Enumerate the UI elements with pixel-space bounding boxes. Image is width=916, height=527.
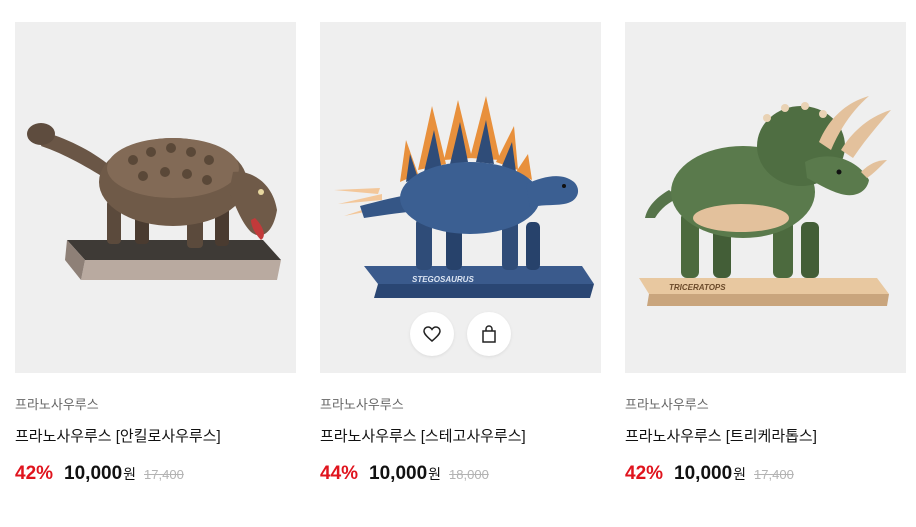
product-brand: 프라노사우루스 (320, 397, 404, 412)
price-row: 44% 10,000 원 18,000 (320, 463, 601, 485)
discount-rate: 44% (320, 463, 359, 484)
hover-actions (320, 312, 601, 356)
product-image[interactable]: STEGOSAURUS (320, 22, 601, 373)
base-label: TRICERATOPS (669, 283, 726, 292)
original-price: 18,000 (449, 467, 489, 482)
currency-unit: 원 (123, 466, 137, 482)
add-to-cart-button[interactable] (467, 312, 511, 356)
ankylosaurus-figure-image (27, 123, 281, 280)
product-image[interactable] (15, 22, 296, 373)
sale-price: 10,000 (64, 463, 123, 484)
product-name[interactable]: 프라노사우루스 [스테고사우루스] (320, 427, 601, 447)
base-label: STEGOSAURUS (412, 275, 474, 284)
wishlist-button[interactable] (410, 312, 454, 356)
product-card[interactable]: TRICERATOPS 프라노사우루스 프라노사우루스 [트리케라톱스] 42%… (625, 22, 906, 485)
currency-unit: 원 (733, 466, 747, 482)
product-image[interactable]: TRICERATOPS (625, 22, 906, 373)
product-grid: 프라노사우루스 프라노사우루스 [안킬로사우루스] 42% 10,000 원 1… (15, 22, 906, 485)
price-row: 42% 10,000 원 17,400 (15, 463, 296, 485)
sale-price: 10,000 (674, 463, 733, 484)
product-card[interactable]: STEGOSAURUS 프라노사우루스 프라노사우루스 [스테고사우루스] 44… (320, 22, 601, 485)
shopping-bag-icon (482, 325, 496, 343)
price-row: 42% 10,000 원 17,400 (625, 463, 906, 485)
product-name[interactable]: 프라노사우루스 [안킬로사우루스] (15, 427, 296, 447)
original-price: 17,400 (754, 467, 794, 482)
heart-icon (423, 326, 441, 342)
discount-rate: 42% (625, 463, 664, 484)
sale-price: 10,000 (369, 463, 428, 484)
discount-rate: 42% (15, 463, 54, 484)
product-name[interactable]: 프라노사우루스 [트리케라톱스] (625, 427, 906, 447)
original-price: 17,400 (144, 467, 184, 482)
currency-unit: 원 (428, 466, 442, 482)
product-card[interactable]: 프라노사우루스 프라노사우루스 [안킬로사우루스] 42% 10,000 원 1… (15, 22, 296, 485)
triceratops-figure-image: TRICERATOPS (639, 96, 891, 306)
product-brand: 프라노사우루스 (15, 397, 99, 412)
product-brand: 프라노사우루스 (625, 397, 709, 412)
